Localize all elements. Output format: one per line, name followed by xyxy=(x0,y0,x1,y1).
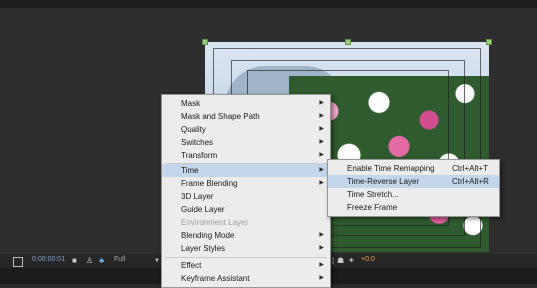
submenu-arrow-icon: ▶ xyxy=(319,139,324,145)
menu-item-3d-layer[interactable]: 3D Layer xyxy=(162,190,330,203)
exposure-value[interactable]: +0.0 xyxy=(361,256,375,263)
submenu-arrow-icon: ▶ xyxy=(319,245,324,251)
menu-item-guide-layer[interactable]: Guide Layer xyxy=(162,203,330,216)
layer-context-menu: Mask ▶ Mask and Shape Path ▶ Quality ▶ S… xyxy=(161,94,331,288)
submenu-arrow-icon: ▶ xyxy=(319,126,324,132)
submenu-arrow-icon: ▶ xyxy=(319,113,324,119)
pixel-aspect-icon[interactable]: ☗ xyxy=(337,256,344,266)
menu-item-mask[interactable]: Mask ▶ xyxy=(162,97,330,110)
submenu-arrow-icon: ▶ xyxy=(319,262,324,268)
menu-item-quality[interactable]: Quality ▶ xyxy=(162,123,330,136)
submenu-arrow-icon: ▶ xyxy=(319,100,324,106)
menu-item-time[interactable]: Time ▶ xyxy=(162,164,330,177)
layer-handle-top-left[interactable] xyxy=(202,39,208,45)
submenu-arrow-icon: ▶ xyxy=(319,180,324,186)
snapshot-icon[interactable]: ■ xyxy=(72,256,77,266)
shortcut-label: Ctrl+Alt+T xyxy=(452,164,489,173)
current-time-display[interactable]: 0:00:00:01 xyxy=(32,256,65,263)
layer-handle-top-right[interactable] xyxy=(486,39,492,45)
time-submenu: Enable Time Remapping Ctrl+Alt+T Time-Re… xyxy=(327,159,500,217)
resolution-dropdown-arrow-icon[interactable]: ▼ xyxy=(154,256,160,266)
color-channels-icon[interactable]: ♣ xyxy=(99,256,104,266)
region-of-interest-icon[interactable] xyxy=(13,257,23,267)
menu-item-keyframe-assistant[interactable]: Keyframe Assistant ▶ xyxy=(162,272,330,285)
submenu-arrow-icon: ▶ xyxy=(319,152,324,158)
menu-item-blending-mode[interactable]: Blending Mode ▶ xyxy=(162,229,330,242)
submenu-arrow-icon: ▶ xyxy=(319,167,324,173)
menu-item-effect[interactable]: Effect ▶ xyxy=(162,259,330,272)
resolution-dropdown[interactable]: Full xyxy=(114,256,125,263)
menu-item-layer-styles[interactable]: Layer Styles ▶ xyxy=(162,242,330,255)
viewer-divider-icon: | xyxy=(332,256,335,265)
menu-item-switches[interactable]: Switches ▶ xyxy=(162,136,330,149)
submenu-item-time-stretch[interactable]: Time Stretch... xyxy=(328,188,499,201)
menu-item-environment-layer: Environment Layer xyxy=(181,218,249,227)
menu-separator xyxy=(165,257,327,258)
submenu-arrow-icon: ▶ xyxy=(319,275,324,281)
submenu-item-enable-time-remapping[interactable]: Enable Time Remapping Ctrl+Alt+T xyxy=(328,162,499,175)
layer-handle-top-center[interactable] xyxy=(345,39,351,45)
submenu-item-freeze-frame[interactable]: Freeze Frame xyxy=(328,201,499,214)
menu-item-frame-blending[interactable]: Frame Blending ▶ xyxy=(162,177,330,190)
submenu-item-time-reverse-layer[interactable]: Time-Reverse Layer Ctrl+Alt+R xyxy=(328,175,499,188)
panel-top-edge xyxy=(0,0,537,8)
menu-item-transform[interactable]: Transform ▶ xyxy=(162,149,330,162)
show-snapshot-icon[interactable]: ♙ xyxy=(86,256,93,266)
exposure-icon[interactable]: ✶ xyxy=(348,256,355,266)
menu-item-mask-and-shape-path[interactable]: Mask and Shape Path ▶ xyxy=(162,110,330,123)
submenu-arrow-icon: ▶ xyxy=(319,232,324,238)
shortcut-label: Ctrl+Alt+R xyxy=(452,177,489,186)
